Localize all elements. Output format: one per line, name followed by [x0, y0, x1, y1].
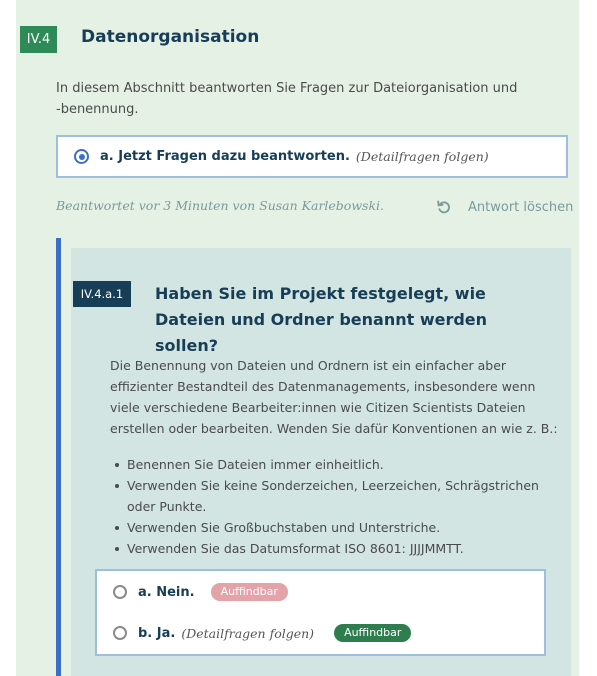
radio-unchecked-icon[interactable]	[113, 626, 127, 640]
list-item: Verwenden Sie Großbuchstaben und Unterst…	[110, 517, 560, 538]
section-intro: In diesem Abschnitt beantworten Sie Frag…	[56, 81, 518, 117]
selected-answer-label: a. Jetzt Fragen dazu beantworten.	[100, 149, 350, 164]
list-item: Verwenden Sie das Datumsformat ISO 8601:…	[110, 538, 560, 559]
option-yes[interactable]: b. Ja. (Detailfragen folgen) Auffindbar	[113, 622, 412, 644]
radio-unchecked-icon[interactable]	[113, 585, 127, 599]
delete-answer-button[interactable]: Antwort löschen	[436, 197, 573, 217]
answer-options: a. Nein. Auffindbar b. Ja. (Detailfragen…	[95, 569, 546, 656]
selected-answer-note: (Detailfragen folgen)	[355, 149, 489, 164]
option-note: (Detailfragen folgen)	[181, 625, 315, 641]
selected-answer-option[interactable]: a. Jetzt Fragen dazu beantworten. (Detai…	[56, 135, 568, 178]
findable-tag: Auffindbar	[334, 624, 412, 642]
option-no[interactable]: a. Nein. Auffindbar	[113, 581, 288, 603]
section-title: Datenorganisation	[81, 27, 260, 47]
section-panel: IV.4 Datenorganisation In diesem Abschni…	[16, 0, 579, 676]
naming-rules-list: Benennen Sie Dateien immer einheitlich. …	[110, 454, 560, 559]
subquestion-card: IV.4.a.1 Haben Sie im Projekt festgelegt…	[71, 248, 571, 676]
undo-icon	[437, 200, 450, 214]
section-number-badge: IV.4	[20, 26, 57, 53]
answered-by-text: Beantwortet vor 3 Minuten von Susan Karl…	[56, 198, 384, 213]
option-label: a. Nein.	[138, 584, 195, 600]
radio-checked-icon[interactable]	[74, 149, 89, 164]
delete-answer-label: Antwort löschen	[468, 199, 574, 215]
subquestion-block: IV.4.a.1 Haben Sie im Projekt festgelegt…	[56, 238, 571, 676]
subquestion-accent-bar	[56, 238, 61, 676]
subquestion-number-badge: IV.4.a.1	[73, 281, 131, 307]
findable-tag: Auffindbar	[210, 583, 288, 601]
list-item: Verwenden Sie keine Sonderzeichen, Leerz…	[110, 475, 560, 517]
list-item: Benennen Sie Dateien immer einheitlich.	[110, 454, 560, 475]
question-title: Haben Sie im Projekt festgelegt, wie Dat…	[155, 284, 488, 355]
option-label: b. Ja.	[138, 625, 176, 641]
question-description: Die Benennung von Dateien und Ordnern is…	[110, 358, 558, 436]
